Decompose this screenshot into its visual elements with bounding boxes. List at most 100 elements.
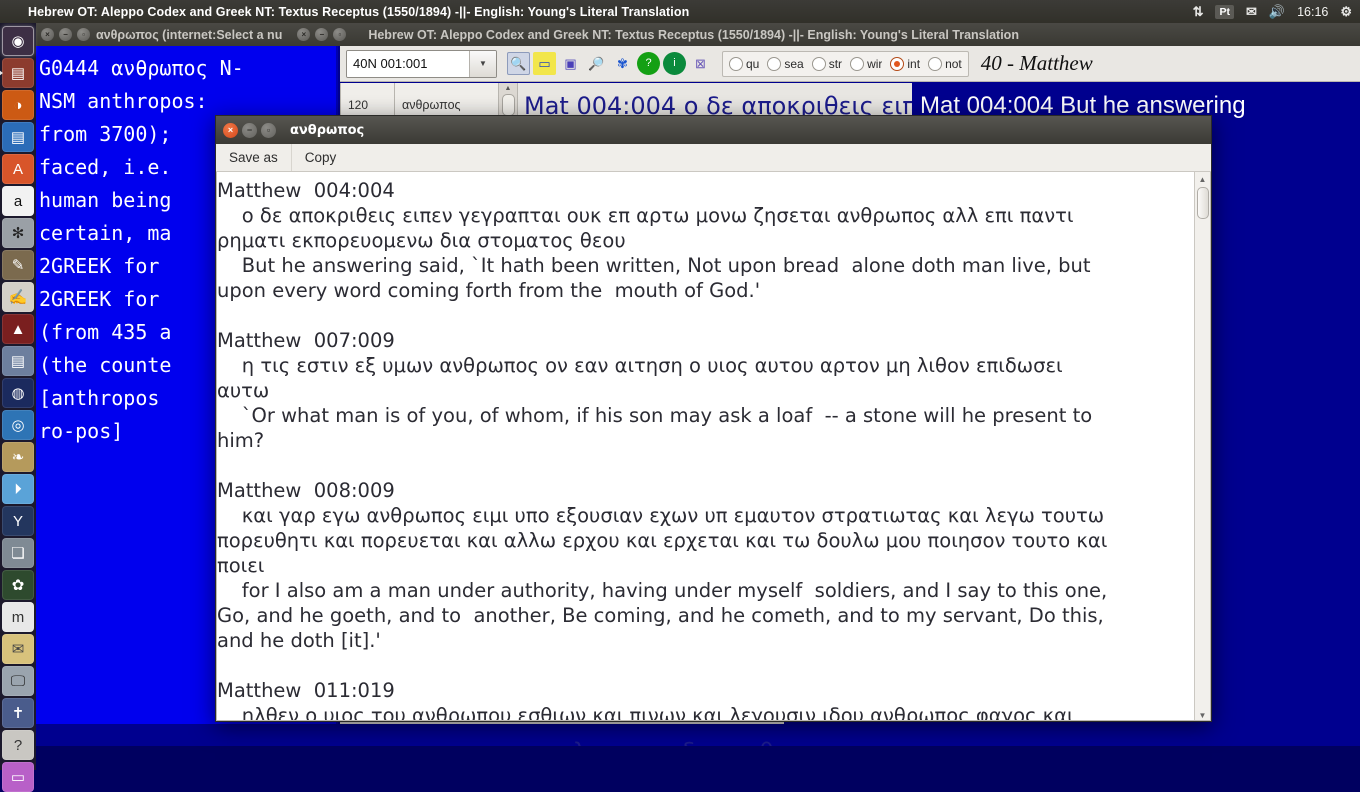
launcher-item-music[interactable]: m: [2, 602, 34, 632]
verse-reference: Matthew 007:009: [217, 329, 395, 352]
launcher-item-amazon[interactable]: a: [2, 186, 34, 216]
radio-dot-icon: [811, 56, 826, 71]
bible-app-icon: ✝: [11, 705, 25, 722]
launcher-item-files[interactable]: ▤: [0, 58, 34, 88]
launcher-item-window-tool[interactable]: ❏: [2, 538, 34, 568]
dictionary-line: G0444 ανθρωπος N-: [39, 56, 244, 80]
maximize-icon[interactable]: ▫: [333, 28, 347, 41]
yahoo-messenger-icon: Y: [12, 512, 23, 530]
search-icon[interactable]: 🔍: [507, 52, 530, 75]
network-updown-icon[interactable]: ⇅: [1193, 5, 1204, 18]
scroll-thumb[interactable]: [501, 94, 515, 116]
copy-menu-item[interactable]: Copy: [290, 144, 350, 171]
libreoffice-writer-icon: ▤: [10, 129, 26, 146]
launcher-item-trash[interactable]: ▭: [2, 762, 34, 792]
close-icon[interactable]: ×: [223, 122, 238, 138]
verse-english-text: `Or what man is of you, of whom, if his …: [217, 404, 1093, 452]
radio-notes[interactable]: not: [924, 56, 966, 71]
radio-strong[interactable]: str: [808, 56, 846, 71]
mail-icon[interactable]: ✉: [1246, 5, 1257, 18]
panel-window-title: Hebrew OT: Aleppo Codex and Greek NT: Te…: [28, 4, 690, 19]
tab-right-title[interactable]: Hebrew OT: Aleppo Codex and Greek NT: Te…: [368, 28, 1019, 42]
unity-top-panel: Hebrew OT: Aleppo Codex and Greek NT: Te…: [0, 0, 1360, 23]
launcher-item-dictionary[interactable]: ▤: [2, 346, 34, 376]
launcher-item-media-player[interactable]: ◍: [2, 378, 34, 408]
maximize-icon[interactable]: ▫: [261, 122, 276, 138]
toolbar-icon-group: 🔍 ▭ ▣ 🔎 ✾ ? i ⊠: [507, 52, 712, 75]
triangle-up-icon[interactable]: ▲: [1199, 175, 1207, 184]
launcher-item-firefox[interactable]: ◑: [2, 90, 34, 120]
dialog-titlebar[interactable]: × − ▫ ανθρωπος: [216, 116, 1211, 144]
dictionary-icon: ▤: [10, 353, 26, 370]
radio-dot-icon: [890, 56, 905, 71]
radio-interlinear[interactable]: int: [886, 56, 924, 71]
close-icon[interactable]: ×: [41, 28, 54, 41]
lookup-icon[interactable]: 🔎: [585, 52, 608, 75]
save-as-menu-item[interactable]: Save as: [216, 144, 291, 171]
audio-player-icon: ⏵: [14, 480, 22, 498]
firefox-icon: ◑: [13, 96, 23, 114]
calibre-icon: ❧: [11, 449, 25, 466]
clock[interactable]: 16:16: [1297, 5, 1328, 19]
help-circle-icon[interactable]: ?: [637, 52, 660, 75]
window-icon[interactable]: ▣: [559, 52, 582, 75]
close-box-icon[interactable]: ⊠: [689, 52, 712, 75]
power-gear-icon[interactable]: ⚙: [1340, 5, 1352, 18]
close-icon[interactable]: ×: [297, 28, 311, 41]
open-book-icon[interactable]: ▭: [533, 52, 556, 75]
radio-dot-icon: [850, 56, 865, 71]
launcher-item-gimp[interactable]: ✎: [2, 250, 34, 280]
launcher-item-settings[interactable]: ✻: [2, 218, 34, 248]
reference-combo[interactable]: ▼: [346, 49, 497, 78]
verse-reference: Matthew 004:004: [217, 179, 395, 202]
launcher-item-writer[interactable]: ▤: [2, 122, 34, 152]
launcher-item-bible-app[interactable]: ✝: [2, 698, 34, 728]
verse-english-text: for I also am a man under authority, hav…: [217, 579, 1108, 652]
launcher-item-calibre[interactable]: ❧: [2, 442, 34, 472]
launcher-item-chromium[interactable]: ◎: [2, 410, 34, 440]
launcher-item-text-editor[interactable]: ✍: [2, 282, 34, 312]
minimize-icon[interactable]: −: [59, 28, 72, 41]
launcher-item-ubuntu-dash[interactable]: ◉: [2, 26, 34, 56]
tab-left-title[interactable]: ανθρωπος (internet:Select a nu: [96, 28, 282, 42]
greek-bottom-line: αμαρτωλων και εδικαιωθη η σοφια: [340, 739, 1360, 746]
concordance-results[interactable]: Matthew 004:004 ο δε αποκριθεις ειπεν γε…: [217, 172, 1194, 720]
settings-gear-icon[interactable]: ✾: [611, 52, 634, 75]
dialog-window-buttons: × − ▫: [223, 122, 276, 138]
minimize-icon[interactable]: −: [242, 122, 257, 138]
ubuntu-software-icon: A: [12, 160, 23, 178]
verse-greek-text: ο δε αποκριθεις ειπεν γεγραπται ουκ επ α…: [217, 204, 1074, 252]
radio-wire[interactable]: wir: [846, 56, 886, 71]
minimize-icon[interactable]: −: [315, 28, 329, 41]
launcher-item-mail-client[interactable]: ✉: [2, 634, 34, 664]
radio-dot-icon: [767, 56, 782, 71]
launcher-item-messenger[interactable]: Y: [2, 506, 34, 536]
dialog-title: ανθρωπος: [290, 122, 365, 138]
vlc-icon: ▲: [10, 320, 26, 338]
dialog-scrollbar[interactable]: ▲ ▼: [1194, 172, 1210, 720]
info-circle-icon[interactable]: i: [663, 52, 686, 75]
help-icon: ?: [13, 736, 23, 754]
chevron-down-icon[interactable]: ▼: [469, 50, 496, 77]
trash-icon: ▭: [10, 769, 26, 786]
radio-quick[interactable]: qu: [725, 56, 763, 71]
reference-input[interactable]: [347, 50, 469, 77]
launcher-item-lotus[interactable]: ✿: [2, 570, 34, 600]
radio-search[interactable]: sea: [763, 56, 807, 71]
volume-icon[interactable]: 🔊: [1269, 5, 1285, 18]
window-tool-icon: ❏: [11, 545, 25, 562]
triangle-down-icon[interactable]: ▼: [1199, 711, 1207, 720]
keyboard-layout-indicator[interactable]: Pt: [1215, 4, 1234, 19]
launcher-item-screenshot[interactable]: 🖵: [2, 666, 34, 696]
scroll-thumb[interactable]: [1196, 187, 1209, 219]
launcher-item-audio-player[interactable]: ⏵: [2, 474, 34, 504]
verse-greek-text: και γαρ εγω ανθρωπος ειμι υπο εξουσιαν ε…: [217, 504, 1108, 577]
launcher-item-help[interactable]: ?: [2, 730, 34, 760]
triangle-up-icon[interactable]: ▲: [505, 85, 512, 92]
unity-launcher: ◉ ▤ ◑ ▤ A a ✻ ✎ ✍ ▲ ▤ ◍ ◎ ❧ ⏵ Y ❏ ✿ m ✉ …: [0, 23, 36, 792]
launcher-item-software[interactable]: A: [2, 154, 34, 184]
maximize-icon[interactable]: ▫: [77, 28, 90, 41]
app-titlebar: × − ▫ ανθρωπος (internet:Select a nu × −…: [36, 23, 1360, 46]
verse-greek-text: η τις εστιν εξ υμων ανθρωπος ον εαν αιτη…: [217, 354, 1063, 402]
launcher-item-vlc[interactable]: ▲: [2, 314, 34, 344]
